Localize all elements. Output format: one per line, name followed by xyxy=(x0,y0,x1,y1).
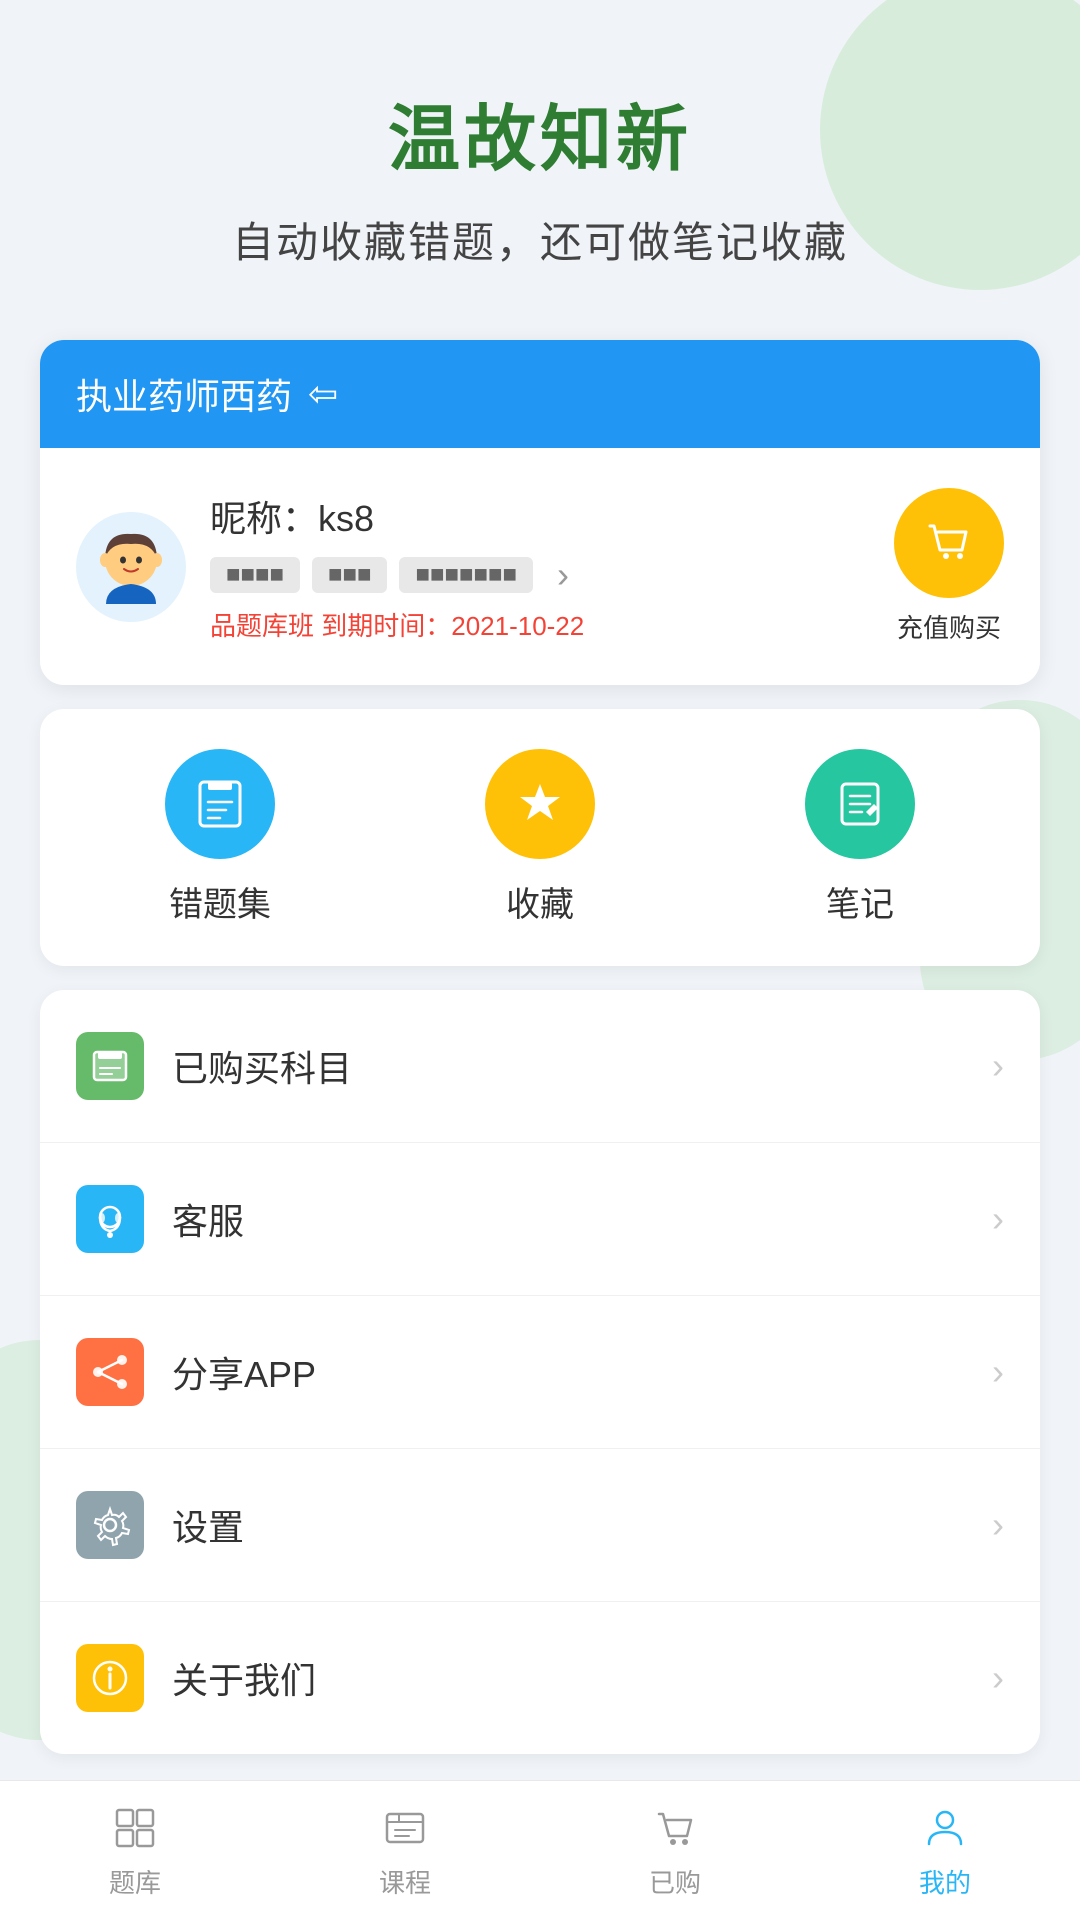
nav-mine-label: 我的 xyxy=(919,1863,971,1900)
nav-purchased-label: 已购 xyxy=(649,1863,701,1900)
profile-expiry: 品题库班 到期时间：2021-10-22 xyxy=(210,606,870,643)
feature-favorites[interactable]: 收藏 xyxy=(485,749,595,926)
about-arrow-icon: › xyxy=(992,1657,1004,1699)
hero-subtitle: 自动收藏错题，还可做笔记收藏 xyxy=(40,209,1040,270)
avatar xyxy=(76,512,186,622)
buy-label: 充值购买 xyxy=(897,608,1001,645)
nav-purchased[interactable]: 已购 xyxy=(540,1781,810,1920)
menu-share[interactable]: 分享APP › xyxy=(40,1296,1040,1449)
buy-button[interactable] xyxy=(894,488,1004,598)
nickname-label: 昵称： xyxy=(210,498,318,539)
profile-tags: ■■■■ ■■■ ■■■■■■■ › xyxy=(210,554,870,596)
card-header-title: 执业药师西药 xyxy=(76,368,292,420)
share-icon xyxy=(76,1338,144,1406)
purchased-arrow-icon: › xyxy=(992,1045,1004,1087)
nav-mine[interactable]: 我的 xyxy=(810,1781,1080,1920)
feature-notes[interactable]: 笔记 xyxy=(805,749,915,926)
nav-question-bank[interactable]: 题库 xyxy=(0,1781,270,1920)
purchased-icon xyxy=(76,1032,144,1100)
nav-purchased-icon xyxy=(648,1801,702,1855)
profile-right: 充值购买 xyxy=(894,488,1004,645)
bottom-nav: 题库 课程 已购 xyxy=(0,1780,1080,1920)
features-section: 错题集 收藏 笔记 xyxy=(40,709,1040,966)
expiry-label: 品题库班 到期时间： xyxy=(210,611,451,641)
menu-settings[interactable]: 设置 › xyxy=(40,1449,1040,1602)
hero-title: 温故知新 xyxy=(40,80,1040,185)
card-header: 执业药师西药 ⇦ xyxy=(40,340,1040,448)
settings-label: 设置 xyxy=(172,1499,992,1551)
nav-question-bank-label: 题库 xyxy=(109,1863,161,1900)
settings-arrow-icon: › xyxy=(992,1504,1004,1546)
profile-arrow-icon[interactable]: › xyxy=(557,554,569,596)
question-bank-icon xyxy=(108,1801,162,1855)
feature-collect-label: 收藏 xyxy=(506,877,574,926)
nav-course[interactable]: 课程 xyxy=(270,1781,540,1920)
favorites-icon xyxy=(485,749,595,859)
settings-icon xyxy=(76,1491,144,1559)
share-label: 分享APP xyxy=(172,1346,992,1398)
feature-wrong-label: 错题集 xyxy=(169,877,271,926)
profile-info: 昵称：ks8 ■■■■ ■■■ ■■■■■■■ › 品题库班 到期时间：2021… xyxy=(210,490,870,643)
tag-3: ■■■■■■■ xyxy=(399,557,532,593)
expiry-date: 2021-10-22 xyxy=(451,611,584,641)
notes-icon xyxy=(805,749,915,859)
card-header-arrow: ⇦ xyxy=(308,373,338,415)
menu-service[interactable]: 客服 › xyxy=(40,1143,1040,1296)
about-icon xyxy=(76,1644,144,1712)
nav-course-label: 课程 xyxy=(379,1863,431,1900)
course-icon xyxy=(378,1801,432,1855)
menu-section: 已购买科目 › 客服 › xyxy=(40,990,1040,1754)
service-icon xyxy=(76,1185,144,1253)
share-arrow-icon: › xyxy=(992,1351,1004,1393)
hero-section: 温故知新 自动收藏错题，还可做笔记收藏 xyxy=(0,0,1080,320)
profile-section: 昵称：ks8 ■■■■ ■■■ ■■■■■■■ › 品题库班 到期时间：2021… xyxy=(40,448,1040,685)
about-label: 关于我们 xyxy=(172,1652,992,1704)
service-arrow-icon: › xyxy=(992,1198,1004,1240)
mine-icon xyxy=(918,1801,972,1855)
profile-name: 昵称：ks8 xyxy=(210,490,870,542)
wrong-questions-icon xyxy=(165,749,275,859)
feature-wrong-questions[interactable]: 错题集 xyxy=(165,749,275,926)
feature-notes-label: 笔记 xyxy=(826,877,894,926)
purchased-label: 已购买科目 xyxy=(172,1040,992,1092)
menu-purchased[interactable]: 已购买科目 › xyxy=(40,990,1040,1143)
service-label: 客服 xyxy=(172,1193,992,1245)
tag-2: ■■■ xyxy=(312,557,388,593)
menu-about[interactable]: 关于我们 › xyxy=(40,1602,1040,1754)
tag-1: ■■■■ xyxy=(210,557,300,593)
nickname-value: ks8 xyxy=(318,498,374,539)
main-card: 执业药师西药 ⇦ xyxy=(40,340,1040,685)
